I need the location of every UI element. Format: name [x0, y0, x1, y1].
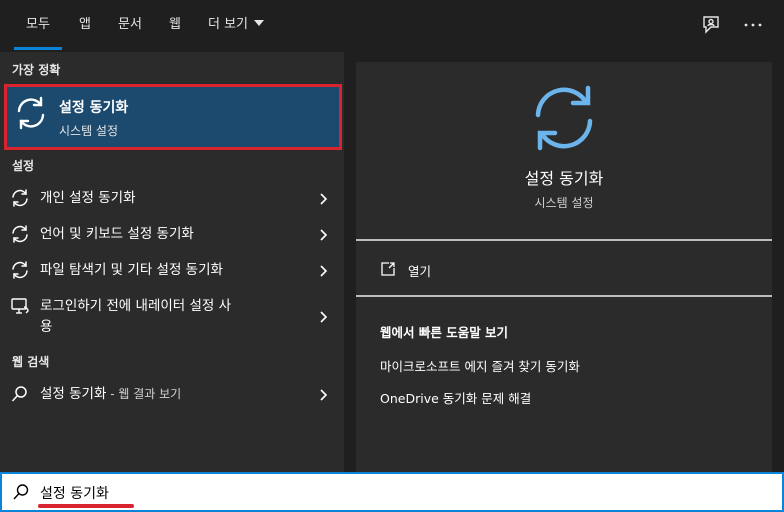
sync-icon — [12, 189, 28, 207]
divider — [356, 239, 772, 241]
chevron-right-icon — [320, 229, 328, 241]
settings-heading: 설정 — [12, 159, 35, 173]
sync-icon — [17, 96, 45, 130]
settings-item-label: 언어 및 키보드 설정 동기화 — [40, 226, 194, 242]
sync-icon — [12, 225, 28, 243]
web-help-heading: 웹에서 빠른 도움말 보기 — [380, 325, 509, 340]
search-icon — [11, 386, 27, 402]
search-icon — [13, 484, 29, 500]
chevron-right-icon — [320, 311, 328, 323]
web-help-link[interactable]: 마이크로소프트 에지 즐겨 찾기 동기화 — [380, 356, 580, 375]
more-options-icon[interactable] — [742, 14, 764, 36]
search-text-highlight — [38, 504, 134, 508]
best-match-title: 설정 동기화 — [59, 100, 129, 116]
web-help-link[interactable]: OneDrive 동기화 문제 해결 — [380, 388, 531, 407]
web-search-heading: 웹 검색 — [12, 355, 50, 369]
divider — [356, 295, 772, 297]
narrator-icon — [11, 298, 29, 314]
best-match-result[interactable]: 설정 동기화 시스템 설정 — [4, 84, 342, 150]
settings-item[interactable]: 파일 탐색기 및 기타 설정 동기화 — [0, 258, 344, 284]
tab-documents[interactable]: 문서 — [116, 0, 144, 52]
chevron-right-icon — [320, 193, 328, 205]
sync-icon — [12, 261, 28, 279]
sync-icon — [535, 85, 593, 151]
search-tabs-bar: 모두 앱 문서 웹 더 보기 — [0, 0, 784, 52]
settings-item[interactable]: 개인 설정 동기화 — [0, 186, 344, 212]
tab-more[interactable]: 더 보기 — [208, 0, 272, 52]
settings-item-label: 로그인하기 전에 내레이터 설정 사 — [40, 298, 232, 314]
open-icon — [381, 262, 395, 276]
tab-all[interactable]: 모두 — [14, 0, 62, 52]
chevron-right-icon — [320, 389, 328, 401]
web-search-suffix: - 웹 결과 보기 — [106, 387, 182, 401]
settings-item-label: 파일 탐색기 및 기타 설정 동기화 — [40, 262, 223, 278]
tab-apps[interactable]: 앱 — [76, 0, 94, 52]
preview-subtitle: 시스템 설정 — [534, 196, 594, 210]
web-search-query: 설정 동기화 — [40, 386, 107, 402]
search-box — [0, 472, 784, 512]
best-match-heading: 가장 정확 — [12, 63, 61, 77]
best-match-subtitle: 시스템 설정 — [59, 124, 119, 138]
settings-item[interactable]: 로그인하기 전에 내레이터 설정 사 용 — [0, 294, 344, 340]
web-search-result[interactable]: 설정 동기화 - 웹 결과 보기 — [0, 382, 344, 408]
feedback-icon[interactable] — [700, 14, 722, 36]
settings-item[interactable]: 언어 및 키보드 설정 동기화 — [0, 222, 344, 248]
settings-item-label-continued: 용 — [40, 319, 53, 335]
preview-panel: 설정 동기화 시스템 설정 열기 웹에서 빠른 도움말 보기 마이크로소프트 에… — [356, 62, 772, 472]
open-label: 열기 — [408, 264, 432, 279]
preview-title: 설정 동기화 — [524, 169, 604, 188]
search-input[interactable] — [40, 480, 740, 506]
chevron-down-icon — [254, 20, 265, 26]
settings-item-label: 개인 설정 동기화 — [40, 190, 136, 206]
tab-more-label: 더 보기 — [208, 17, 249, 32]
tab-web[interactable]: 웹 — [166, 0, 184, 52]
chevron-right-icon — [320, 265, 328, 277]
